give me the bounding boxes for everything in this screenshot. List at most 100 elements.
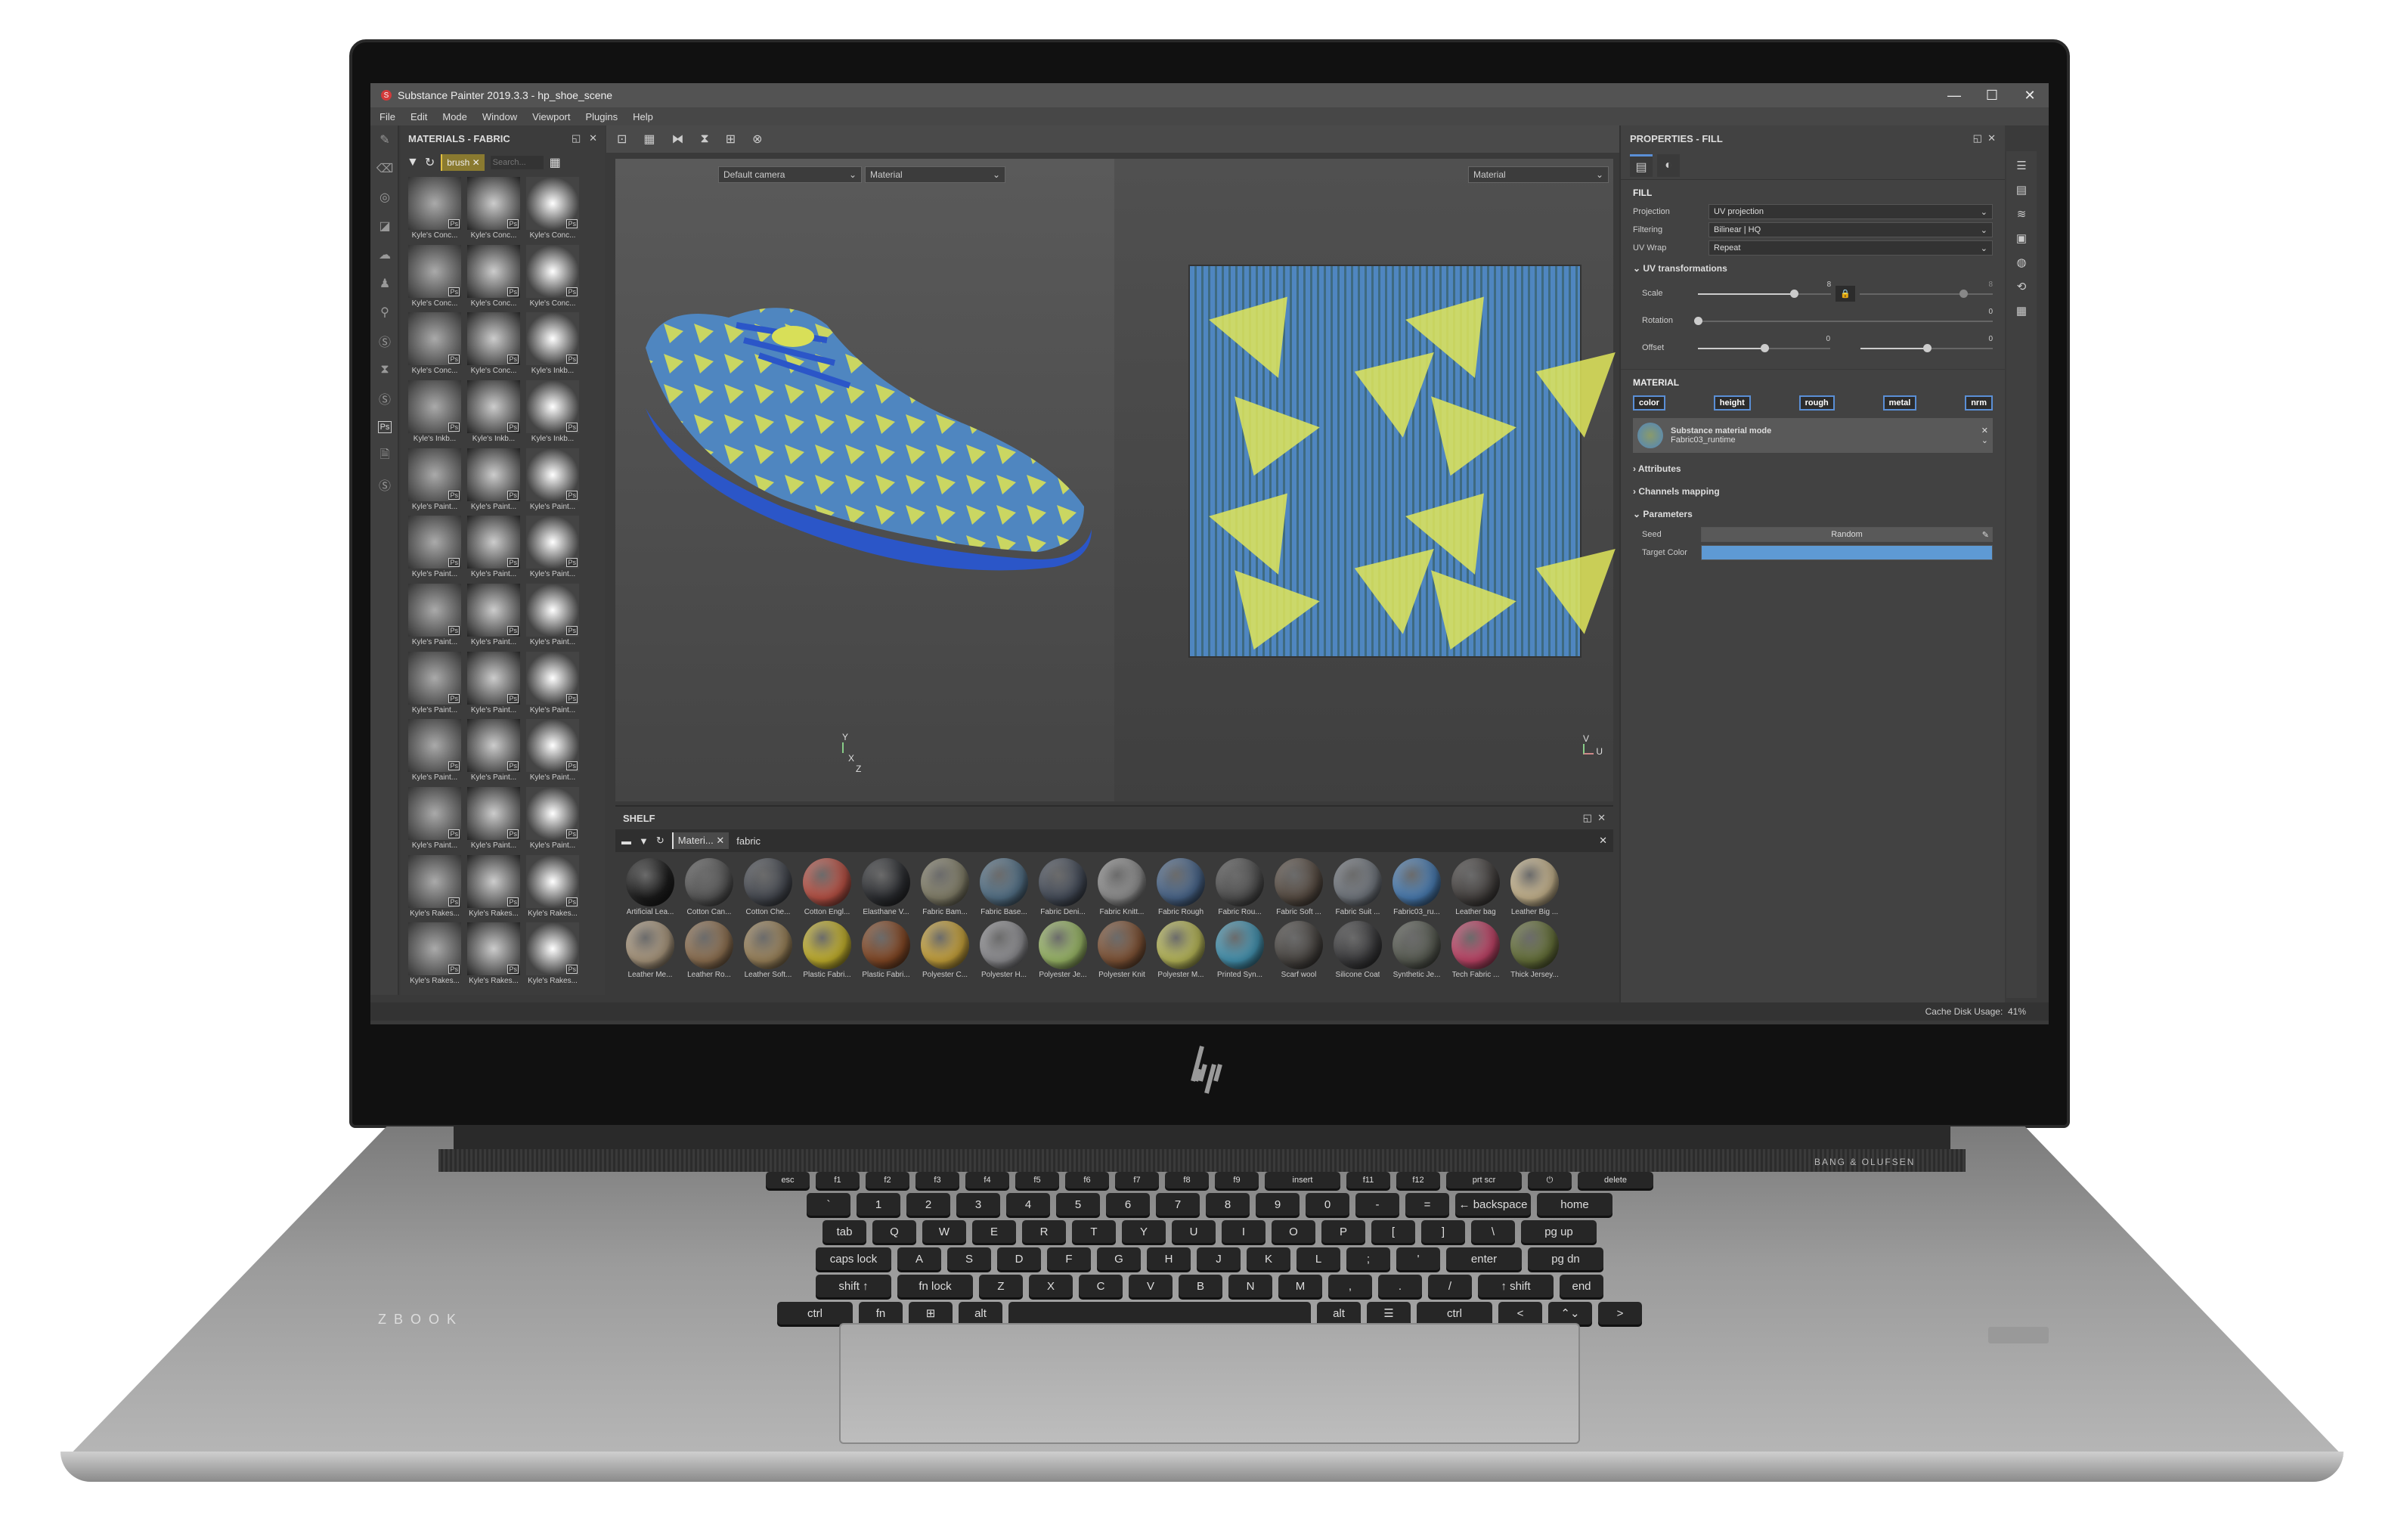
key[interactable]: X [1029, 1275, 1073, 1297]
2d-mode-dropdown[interactable]: Material ⌄ [1468, 166, 1609, 183]
channels-mapping-toggle[interactable]: › Channels mapping [1621, 480, 2005, 503]
key[interactable]: 2 [906, 1193, 950, 1216]
shelf-item[interactable]: Leather bag [1447, 858, 1504, 916]
key[interactable]: fn [859, 1302, 903, 1325]
key[interactable]: , [1328, 1275, 1372, 1297]
target-color-swatch[interactable] [1701, 545, 1993, 560]
key[interactable]: ← backspace [1455, 1193, 1531, 1216]
camera-dropdown[interactable]: Default camera ⌄ [718, 166, 862, 183]
key[interactable]: B [1179, 1275, 1222, 1297]
attributes-toggle[interactable]: › Attributes [1621, 457, 2005, 480]
polygon-fill-tool-icon[interactable]: ◪ [370, 212, 399, 240]
single-view-icon[interactable]: ⊡ [617, 132, 627, 147]
key[interactable]: ' [1396, 1247, 1440, 1270]
key[interactable]: A [897, 1247, 941, 1270]
key[interactable]: ctrl [1417, 1302, 1492, 1325]
shelf-item[interactable]: Plastic Fabri... [798, 921, 856, 979]
material-item[interactable]: Ps Kyle's Inkb... [466, 380, 522, 445]
key[interactable]: f12 [1396, 1172, 1440, 1188]
material-item[interactable]: Ps Kyle's Paint... [466, 516, 522, 581]
key[interactable]: 7 [1156, 1193, 1200, 1216]
material-item[interactable]: Ps Kyle's Inkb... [525, 312, 581, 377]
shelf-item[interactable]: Tech Fabric ... [1447, 921, 1504, 979]
key[interactable]: Q [872, 1220, 916, 1243]
key[interactable]: I [1222, 1220, 1266, 1243]
key[interactable]: D [997, 1247, 1041, 1270]
seed-random-button[interactable]: Random ✎ [1701, 527, 1993, 542]
shelf-item[interactable]: Scarf wool [1270, 921, 1327, 979]
shelf-item[interactable]: Leather Ro... [680, 921, 738, 979]
menu-plugins[interactable]: Plugins [585, 111, 618, 122]
key[interactable]: O [1272, 1220, 1315, 1243]
document-refresh-icon[interactable]: 🗎 [370, 442, 399, 470]
key[interactable]: U [1172, 1220, 1216, 1243]
material-item[interactable]: Ps Kyle's Paint... [407, 651, 463, 717]
key[interactable]: esc [766, 1172, 810, 1188]
shelf-item[interactable]: Polyester Knit [1093, 921, 1151, 979]
shelf-item[interactable]: Fabric Rou... [1211, 858, 1269, 916]
material-item[interactable]: Ps Kyle's Inkb... [525, 380, 581, 445]
shelf-filter-chip[interactable]: Materi... ✕ [671, 832, 730, 849]
display-settings-icon[interactable]: ▣ [2016, 231, 2027, 245]
material-item[interactable]: Ps Kyle's Paint... [407, 448, 463, 513]
key[interactable]: C [1079, 1275, 1123, 1297]
key[interactable]: - [1355, 1193, 1399, 1216]
channel-metal-toggle[interactable]: metal [1882, 395, 1917, 411]
key[interactable]: \ [1471, 1220, 1515, 1243]
shelf-search-input[interactable]: fabric [736, 835, 1591, 847]
key[interactable]: alt [1317, 1302, 1361, 1325]
key[interactable]: f8 [1165, 1172, 1209, 1188]
close-button[interactable]: ✕ [2011, 88, 2049, 104]
shelf-item[interactable]: Polyester M... [1152, 921, 1210, 979]
key[interactable]: M [1278, 1275, 1322, 1297]
properties-icon[interactable]: ▤ [2016, 183, 2027, 197]
key[interactable]: end [1560, 1275, 1603, 1297]
key[interactable]: insert [1265, 1172, 1340, 1188]
uv-wrap-select[interactable]: Repeat ⌄ [1709, 240, 1993, 256]
key[interactable]: G [1097, 1247, 1141, 1270]
eraser-tool-icon[interactable]: ⌫ [370, 154, 399, 183]
key[interactable]: delete [1578, 1172, 1653, 1188]
offset-v-slider[interactable]: 0 [1860, 335, 1993, 355]
reset-filter-icon[interactable]: ↻ [425, 155, 435, 170]
material-item[interactable]: Ps Kyle's Paint... [466, 583, 522, 649]
menu-mode[interactable]: Mode [442, 111, 467, 122]
key[interactable]: f1 [816, 1172, 860, 1188]
key[interactable]: ` [807, 1193, 850, 1216]
maximize-button[interactable]: ☐ [1973, 88, 2011, 104]
channel-nrm-toggle[interactable]: nrm [1965, 395, 1993, 411]
close-props-icon[interactable]: ✕ [1987, 132, 1996, 144]
projection-tool-icon[interactable]: ◎ [370, 183, 399, 212]
key[interactable]: 5 [1056, 1193, 1100, 1216]
log-icon[interactable]: ▦ [2016, 304, 2027, 318]
material-item[interactable]: Ps Kyle's Rakes... [407, 854, 463, 920]
menu-viewport[interactable]: Viewport [532, 111, 570, 122]
texture-set-icon[interactable]: ≋ [2017, 207, 2027, 221]
key[interactable]: 1 [857, 1193, 900, 1216]
grid-layout-icon[interactable]: ▦ [643, 132, 655, 147]
key[interactable]: Z [979, 1275, 1023, 1297]
key[interactable]: fn lock [897, 1275, 973, 1297]
shelf-item[interactable]: Cotton Che... [739, 858, 797, 916]
key[interactable]: J [1197, 1247, 1241, 1270]
key[interactable]: [ [1371, 1220, 1415, 1243]
key[interactable]: ⊞ [909, 1302, 953, 1325]
material-item[interactable]: Ps Kyle's Paint... [466, 786, 522, 852]
float-shelf-icon[interactable]: ◱ [1583, 812, 1592, 823]
shelf-item[interactable]: Leather Me... [621, 921, 679, 979]
shelf-item[interactable]: Printed Syn... [1211, 921, 1269, 979]
material-item[interactable]: Ps Kyle's Conc... [525, 244, 581, 310]
key[interactable]: alt [959, 1302, 1002, 1325]
menu-window[interactable]: Window [482, 111, 517, 122]
key[interactable]: home [1537, 1193, 1612, 1216]
key[interactable]: ] [1421, 1220, 1465, 1243]
shader-settings-icon[interactable]: ◍ [2016, 256, 2026, 269]
key[interactable]: f4 [965, 1172, 1009, 1188]
material-item[interactable]: Ps Kyle's Paint... [525, 516, 581, 581]
key[interactable]: R [1022, 1220, 1066, 1243]
touchpad[interactable] [839, 1323, 1580, 1444]
menu-help[interactable]: Help [633, 111, 653, 122]
edit-icon[interactable]: ✎ [1982, 530, 1989, 540]
clear-search-icon[interactable]: ✕ [1599, 835, 1607, 847]
material-item[interactable]: Ps Kyle's Paint... [466, 719, 522, 784]
